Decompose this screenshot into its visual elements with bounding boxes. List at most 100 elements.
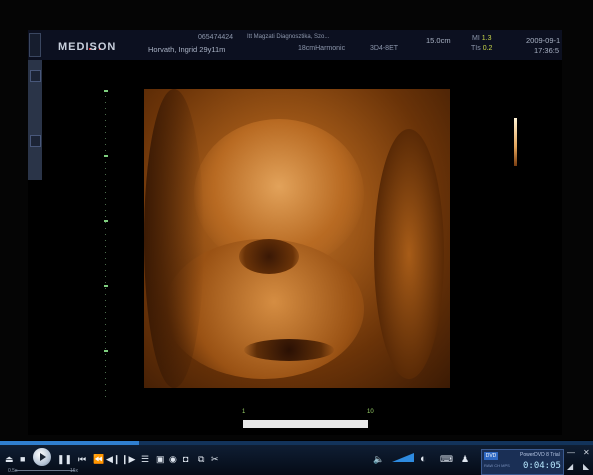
scale-dot bbox=[105, 96, 106, 97]
side-button bbox=[29, 33, 41, 57]
scale-dot bbox=[105, 360, 106, 361]
scale-dot bbox=[105, 222, 106, 223]
scale-dot bbox=[105, 228, 106, 229]
scale-major-tick bbox=[104, 220, 108, 222]
depth: 15.0cm bbox=[426, 36, 451, 45]
settings-tools-icon[interactable]: ✂ bbox=[211, 454, 219, 464]
scale-dot bbox=[105, 126, 106, 127]
scale-dot bbox=[105, 378, 106, 379]
scale-dot bbox=[105, 204, 106, 205]
side-panel bbox=[28, 60, 42, 180]
scale-end-label: 10 bbox=[367, 409, 374, 415]
scale-dot bbox=[105, 252, 106, 253]
scale-dot bbox=[105, 120, 106, 121]
prev-chapter-icon[interactable]: ⏮ bbox=[78, 454, 86, 464]
mi-label: MI bbox=[472, 35, 480, 42]
scale-dot bbox=[105, 132, 106, 133]
repeat-icon[interactable]: ▣ bbox=[156, 454, 165, 464]
scale-dot bbox=[105, 336, 106, 337]
eject-icon[interactable]: ⏏ bbox=[5, 454, 14, 464]
tis-readout: TIs 0.2 bbox=[471, 45, 492, 52]
depth-scale bbox=[104, 90, 108, 400]
scale-dot bbox=[105, 240, 106, 241]
scale-dot bbox=[105, 312, 106, 313]
tis-label: TIs bbox=[471, 45, 481, 52]
play-button[interactable] bbox=[33, 448, 51, 466]
scale-dot bbox=[105, 366, 106, 367]
scale-dot bbox=[105, 186, 106, 187]
snapshot-icon[interactable]: ◘ bbox=[183, 454, 188, 464]
tis-value: 0.2 bbox=[482, 45, 493, 52]
scale-dot bbox=[105, 354, 106, 355]
scale-dot bbox=[105, 300, 106, 301]
shrink-icon[interactable]: ◢ bbox=[567, 462, 573, 471]
dvd-logo: DVD bbox=[484, 452, 498, 460]
color-map-bar bbox=[514, 118, 517, 166]
scale-dot bbox=[105, 114, 106, 115]
scale-dot bbox=[105, 384, 106, 385]
scale-dot bbox=[105, 330, 106, 331]
rewind-icon[interactable]: ⏪ bbox=[93, 454, 104, 464]
exam-date: 2009-09-1 bbox=[526, 36, 561, 45]
institution: Itt Magzati Diagnosztika, Szo... bbox=[247, 34, 330, 40]
pause-icon[interactable]: ❚❚ bbox=[57, 454, 72, 464]
scale-dot bbox=[105, 342, 106, 343]
scale-dot bbox=[105, 144, 106, 145]
expand-icon[interactable]: ◣ bbox=[583, 462, 589, 471]
scale-dot bbox=[105, 168, 106, 169]
scale-dot bbox=[105, 150, 106, 151]
speed-max-label: 16x bbox=[70, 468, 79, 474]
ultrasound-header: MEDISON 065474424 Itt Magzati Diagnoszti… bbox=[28, 30, 562, 60]
stop-icon[interactable]: ■ bbox=[20, 454, 25, 464]
3d-fetal-render bbox=[144, 89, 450, 388]
user-icon[interactable]: ♟ bbox=[461, 454, 469, 464]
keyboard-icon[interactable]: ⌨ bbox=[440, 454, 453, 464]
volume-slider[interactable] bbox=[392, 453, 414, 462]
scale-dot bbox=[105, 396, 106, 397]
volume-icon[interactable]: 🔈 bbox=[373, 454, 384, 464]
product-name: PowerDVD 8 Trial bbox=[520, 452, 560, 458]
step-back-icon[interactable]: ◀❙ bbox=[106, 454, 120, 464]
zoom-icon[interactable]: ⧉ bbox=[198, 454, 204, 464]
scale-dot bbox=[105, 276, 106, 277]
scale-major-tick bbox=[104, 285, 108, 287]
step-forward-icon[interactable]: ❙▶ bbox=[121, 454, 135, 464]
speed-slider[interactable] bbox=[15, 470, 75, 471]
close-icon[interactable]: ✕ bbox=[583, 448, 590, 457]
scale-dot bbox=[105, 162, 106, 163]
capture-icon[interactable]: ◐ bbox=[420, 454, 427, 465]
brand-panel: DVD PowerDVD 8 Trial RAW CH MPS 0:04:05 bbox=[481, 449, 564, 475]
speed-min-label: 0.5x bbox=[8, 468, 18, 474]
brand-dots bbox=[89, 37, 109, 50]
probe: 3D4-8ET bbox=[370, 45, 399, 52]
patient-name: Horvath, Ingrid 29y11m bbox=[148, 45, 226, 54]
scale-dot bbox=[105, 288, 106, 289]
mi-value: 1.3 bbox=[481, 35, 492, 42]
scale-dot bbox=[105, 108, 106, 109]
scale-dot bbox=[105, 210, 106, 211]
menu-icon[interactable]: ☰ bbox=[141, 454, 149, 464]
video-area[interactable]: MEDISON 065474424 Itt Magzati Diagnoszti… bbox=[0, 0, 593, 440]
scale-dot bbox=[105, 372, 106, 373]
minimize-icon[interactable]: — bbox=[567, 448, 575, 457]
patient-id: 065474424 bbox=[198, 34, 234, 41]
scale-dot bbox=[105, 294, 106, 295]
scale-dot bbox=[105, 306, 106, 307]
scale-dot bbox=[105, 264, 106, 265]
scale-dot bbox=[105, 138, 106, 139]
scale-dot bbox=[105, 318, 106, 319]
scale-major-tick bbox=[104, 90, 108, 92]
scale-major-tick bbox=[104, 350, 108, 352]
scale-dot bbox=[105, 216, 106, 217]
scale-dot bbox=[105, 270, 106, 271]
scale-dot bbox=[105, 324, 106, 325]
scale-dot bbox=[105, 348, 106, 349]
scale-major-tick bbox=[104, 155, 108, 157]
scale-dot bbox=[105, 192, 106, 193]
scale-dot bbox=[105, 234, 106, 235]
scale-dot bbox=[105, 174, 106, 175]
audio-stream-icon[interactable]: ◉ bbox=[169, 454, 177, 464]
length-scale-bar bbox=[243, 420, 368, 428]
scale-dot bbox=[105, 258, 106, 259]
preset: 18cmHarmonic bbox=[298, 45, 346, 52]
